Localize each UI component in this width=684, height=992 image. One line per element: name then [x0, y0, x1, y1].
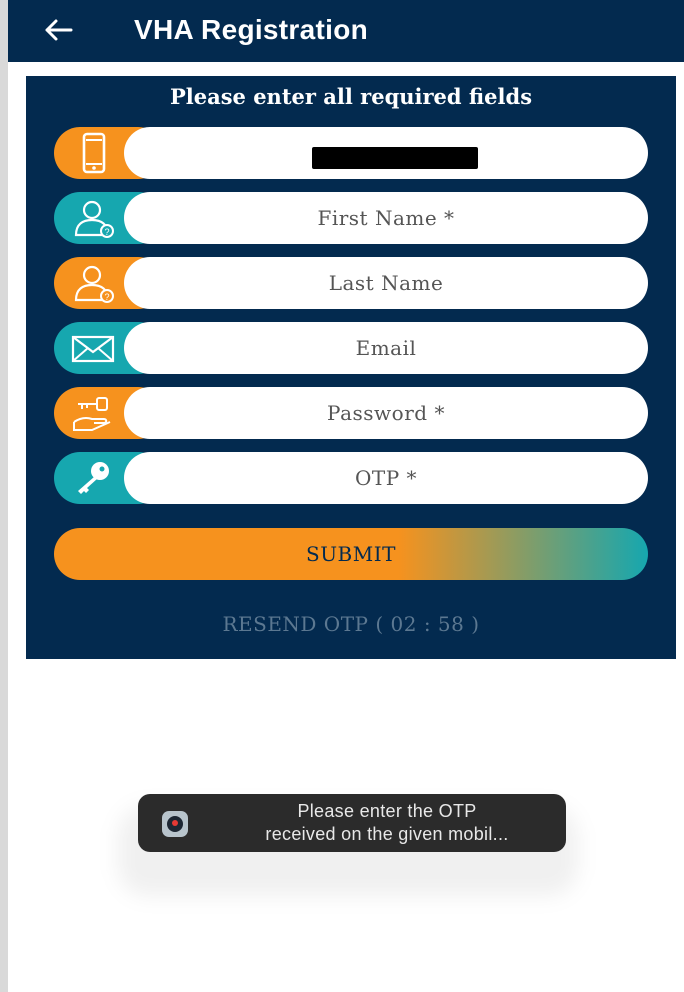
back-button[interactable]	[38, 10, 78, 50]
otp-field-row	[54, 452, 648, 504]
email-input[interactable]	[124, 322, 648, 374]
svg-text:?: ?	[104, 227, 109, 237]
toast-line-1: Please enter the OTP	[297, 801, 477, 821]
email-input-pill	[124, 322, 648, 374]
last-name-input[interactable]	[124, 257, 648, 309]
resend-otp-link[interactable]: RESEND OTP ( 02 : 58 )	[26, 612, 676, 636]
first-name-input-pill	[124, 192, 648, 244]
otp-input[interactable]	[124, 452, 648, 504]
redacted-mobile-number	[312, 147, 478, 169]
submit-button[interactable]: SUBMIT	[54, 528, 648, 580]
mobile-phone-icon	[82, 132, 106, 174]
user-question-icon: ?	[74, 265, 114, 303]
otp-input-pill	[124, 452, 648, 504]
toast-text: Please enter the OTP received on the giv…	[222, 800, 552, 846]
email-field-row	[54, 322, 648, 374]
user-question-icon: ?	[74, 200, 114, 238]
password-field-row	[54, 387, 648, 439]
envelope-icon	[71, 335, 115, 363]
mobile-field-row	[54, 127, 648, 179]
hand-key-icon	[73, 397, 111, 431]
page-title: VHA Registration	[134, 14, 369, 45]
app-bar: VHA Registration	[8, 0, 684, 62]
form-heading: Please enter all required fields	[169, 84, 533, 109]
toast-line-2: received on the given mobil...	[265, 824, 509, 844]
svg-text:?: ?	[104, 292, 109, 302]
password-input-pill	[124, 387, 648, 439]
password-input[interactable]	[124, 387, 648, 439]
last-name-input-pill	[124, 257, 648, 309]
app-icon-dot	[172, 820, 178, 826]
last-name-field-row: ?	[54, 257, 648, 309]
registration-form: Please enter all required fields ? First…	[26, 76, 676, 659]
arrow-left-icon	[45, 19, 73, 41]
mobile-input-pill	[124, 127, 648, 179]
toast-message: Please enter the OTP received on the giv…	[138, 794, 566, 852]
screen: VHA Registration Please enter all requir…	[8, 0, 684, 992]
key-icon	[78, 462, 109, 494]
first-name-input[interactable]	[124, 192, 648, 244]
app-icon	[162, 811, 188, 837]
first-name-field-row: ?	[54, 192, 648, 244]
